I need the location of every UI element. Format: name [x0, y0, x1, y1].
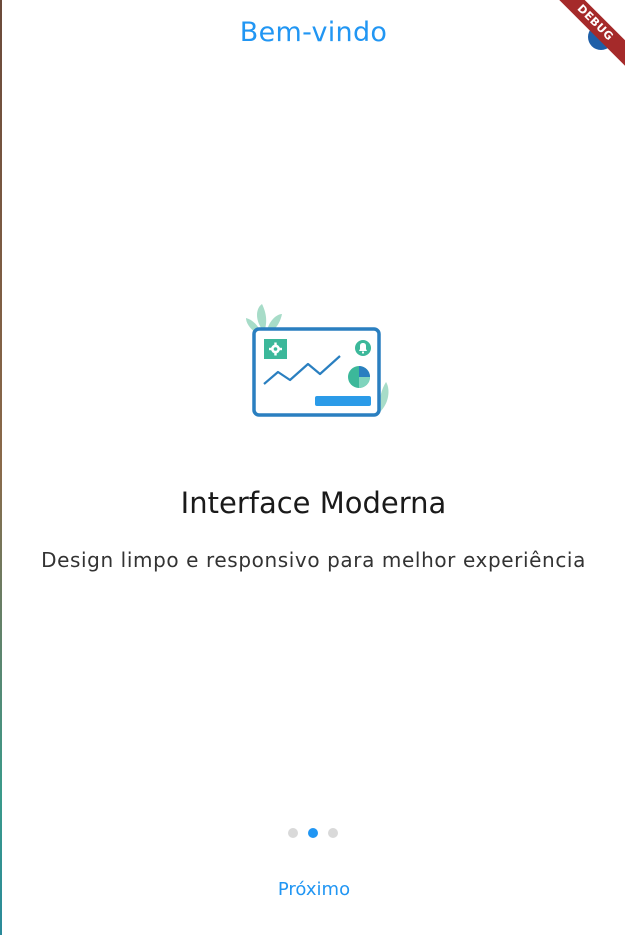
pie-chart-icon	[348, 366, 370, 388]
slide-title: Interface Moderna	[180, 486, 447, 520]
onboarding-screen: Bem-vindo Interface Moderna Design limpo…	[2, 0, 625, 935]
page-dot-active[interactable]	[308, 828, 318, 838]
avatar[interactable]	[588, 24, 614, 50]
page-indicator	[288, 828, 338, 838]
page-dot[interactable]	[328, 828, 338, 838]
page-dot[interactable]	[288, 828, 298, 838]
page-title: Bem-vindo	[239, 17, 388, 48]
dashboard-illustration	[244, 302, 392, 420]
slide-description: Design limpo e responsivo para melhor ex…	[41, 548, 586, 572]
next-button[interactable]: Próximo	[258, 873, 370, 905]
progress-bar	[315, 396, 371, 406]
